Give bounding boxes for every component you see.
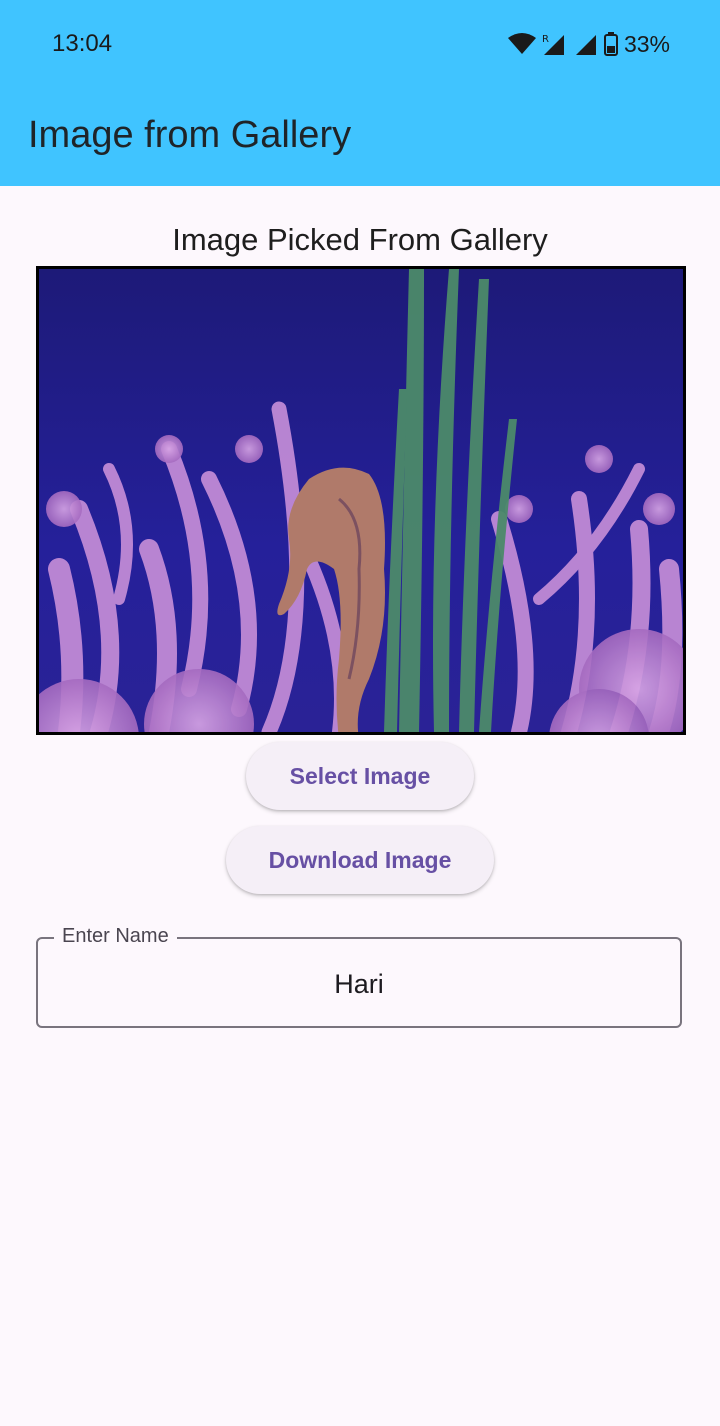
picked-image bbox=[36, 266, 686, 735]
app-bar: 13:04 R 33% Image from Gallery bbox=[0, 0, 720, 186]
signal-icon: R bbox=[542, 32, 568, 56]
download-image-button[interactable]: Download Image bbox=[226, 826, 494, 894]
battery-percent: 33% bbox=[623, 30, 670, 57]
status-icons: R 33% bbox=[507, 28, 670, 60]
name-field-label: Enter Name bbox=[54, 925, 177, 948]
name-field-value[interactable]: Hari bbox=[38, 969, 680, 1000]
status-time: 13:04 bbox=[52, 30, 113, 57]
app-title: Image from Gallery bbox=[28, 114, 352, 156]
wifi-icon bbox=[507, 33, 536, 55]
battery-icon bbox=[603, 32, 618, 56]
section-title: Image Picked From Gallery bbox=[172, 222, 548, 257]
select-image-button[interactable]: Select Image bbox=[246, 742, 474, 810]
svg-text:R: R bbox=[542, 34, 549, 45]
name-field[interactable]: Enter Name Hari bbox=[36, 925, 682, 1028]
signal-icon bbox=[574, 32, 598, 56]
